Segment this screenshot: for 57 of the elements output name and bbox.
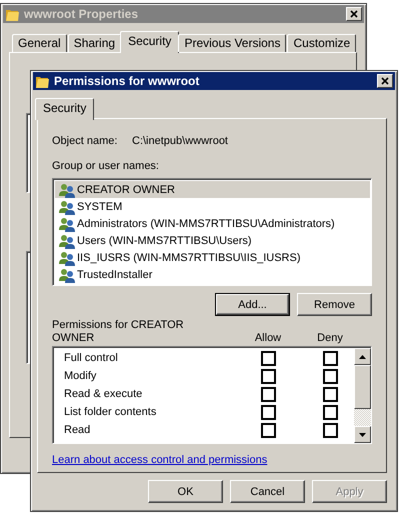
list-item[interactable]: Users (WIN-MMS7RTTIBSU\Users) [55, 232, 370, 249]
tab[interactable]: Previous Versions [178, 34, 286, 52]
list-item[interactable]: CREATOR OWNER [55, 181, 370, 198]
users-icon [59, 250, 75, 266]
close-button[interactable] [346, 7, 362, 21]
tab[interactable]: Customize [287, 34, 356, 52]
scroll-down-button[interactable] [354, 426, 371, 443]
checkbox[interactable] [260, 368, 276, 384]
checkbox[interactable] [322, 404, 338, 420]
link[interactable]: Learn about access control and permissions [52, 454, 268, 467]
column-header: Allow [254, 332, 282, 345]
list-item[interactable]: TrustedInstaller [55, 266, 370, 283]
object-name: C:\inetpub\wwwroot [132, 134, 228, 148]
tab[interactable]: Security [120, 31, 180, 53]
users-icon [59, 266, 75, 282]
checkbox[interactable] [322, 350, 338, 366]
users-icon [59, 232, 75, 248]
field-label: Object name: [52, 134, 118, 148]
close-button[interactable] [377, 74, 393, 88]
field-label: Group or user names: [52, 159, 160, 173]
permission-name: Read [63, 424, 92, 436]
window-title: wwwroot Properties [24, 7, 140, 21]
list-item[interactable]: IIS_IUSRS (WIN-MMS7RTTIBSU\IIS_IUSRS) [55, 249, 370, 266]
permission-name: Full control [63, 352, 119, 364]
scroll-track[interactable] [354, 409, 371, 426]
up-arrow-icon [359, 354, 366, 358]
checkbox[interactable] [322, 422, 338, 438]
users-icon [59, 198, 75, 214]
tab[interactable]: Sharing [68, 34, 122, 52]
tab[interactable]: General [12, 34, 67, 52]
checkbox[interactable] [260, 404, 276, 420]
down-arrow-icon [359, 432, 366, 436]
close-icon [380, 76, 390, 86]
button[interactable]: Add... [215, 293, 290, 316]
field-label: Permissions for CREATOR OWNER [52, 319, 185, 345]
scroll-up-button[interactable] [354, 348, 371, 365]
permission-name: Modify [63, 370, 98, 382]
permission-name: Read & execute [63, 388, 144, 400]
scroll-thumb[interactable] [354, 365, 371, 409]
checkbox[interactable] [322, 386, 338, 402]
checkbox[interactable] [260, 422, 276, 438]
users-icon [59, 216, 75, 232]
checkbox[interactable] [260, 350, 276, 366]
tab[interactable]: Security [35, 98, 94, 120]
permission-name: List folder contents [63, 406, 158, 418]
column-header: Deny [316, 332, 344, 345]
button[interactable]: Remove [297, 293, 372, 316]
button[interactable]: Cancel [230, 480, 305, 503]
close-icon [349, 9, 359, 19]
list-item[interactable]: SYSTEM [55, 198, 370, 215]
users-icon [59, 182, 75, 198]
list-item[interactable]: Administrators (WIN-MMS7RTTIBSU\Administrators) [55, 215, 370, 232]
button[interactable]: OK [148, 480, 223, 503]
scrollbar[interactable] [354, 348, 371, 443]
checkbox[interactable] [322, 368, 338, 384]
checkbox[interactable] [260, 386, 276, 402]
window-title: Permissions for wwwroot [54, 74, 200, 88]
